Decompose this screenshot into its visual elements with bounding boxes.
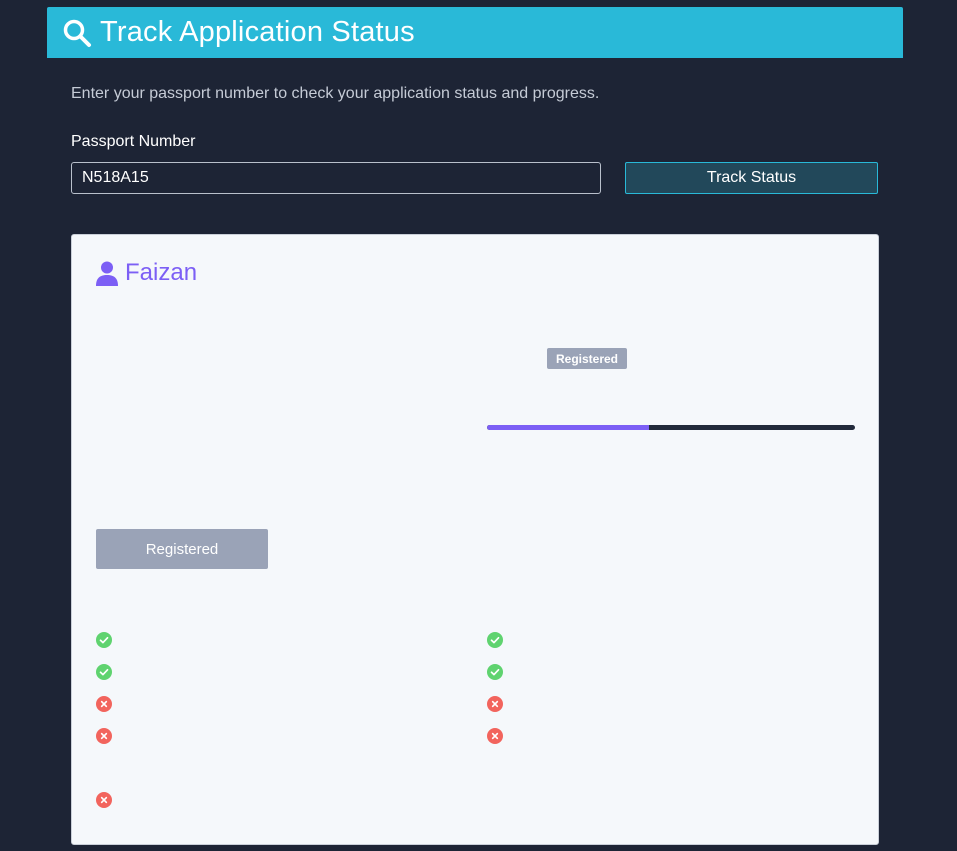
x-circle-icon xyxy=(96,696,112,712)
passport-number-input[interactable] xyxy=(71,162,601,194)
instructions-text: Enter your passport number to check your… xyxy=(71,85,600,102)
check-circle-icon xyxy=(487,664,503,680)
x-circle-icon xyxy=(96,728,112,744)
status-badge: Registered xyxy=(547,348,627,369)
check-circle-icon xyxy=(96,664,112,680)
application-result-card: Faizan Registered Registered xyxy=(71,234,879,845)
page-title: Track Application Status xyxy=(100,16,415,48)
x-circle-icon xyxy=(96,792,112,808)
applicant-header: Faizan xyxy=(96,259,197,287)
x-circle-icon xyxy=(487,696,503,712)
passport-number-label: Passport Number xyxy=(71,133,196,150)
search-icon xyxy=(63,19,91,47)
current-status-button[interactable]: Registered xyxy=(96,529,268,569)
page-header: Track Application Status xyxy=(47,7,903,58)
track-status-page: Track Application Status Enter your pass… xyxy=(0,0,957,851)
applicant-name: Faizan xyxy=(125,259,198,286)
progress-bar-fill xyxy=(487,425,649,430)
x-circle-icon xyxy=(487,728,503,744)
check-circle-icon xyxy=(487,632,503,648)
progress-bar xyxy=(487,425,855,430)
check-circle-icon xyxy=(96,632,112,648)
user-icon xyxy=(96,261,118,286)
track-status-button[interactable]: Track Status xyxy=(625,162,878,194)
